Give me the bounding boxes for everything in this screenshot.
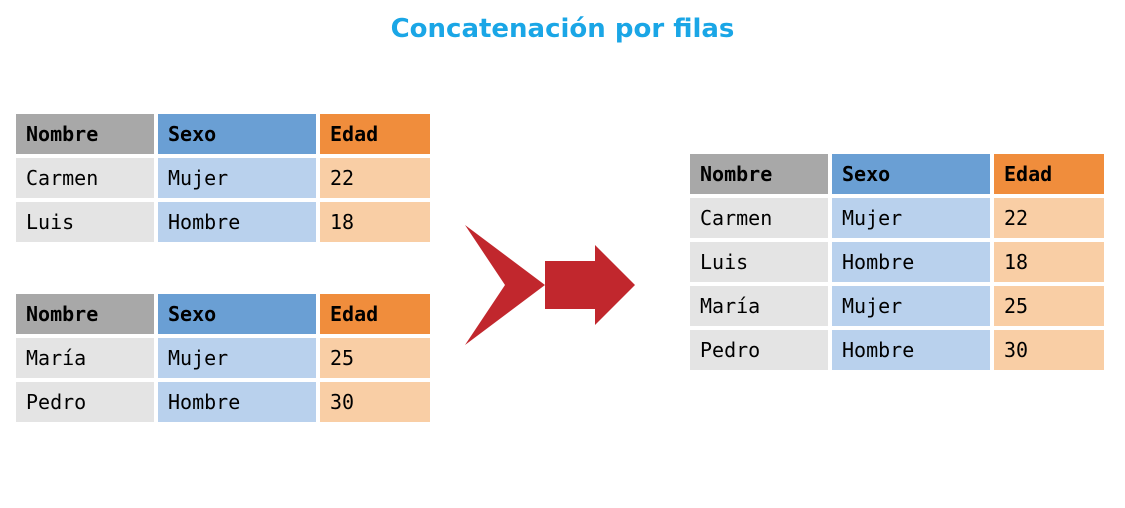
table-row: Pedro Hombre 30 xyxy=(690,330,1104,370)
col-header-name: Nombre xyxy=(16,294,154,334)
cell-age: 18 xyxy=(320,202,430,242)
table-row: Pedro Hombre 30 xyxy=(16,382,430,422)
input-table-b: Nombre Sexo Edad María Mujer 25 Pedro Ho… xyxy=(12,290,434,426)
cell-sex: Mujer xyxy=(158,338,316,378)
col-header-sex: Sexo xyxy=(158,114,316,154)
cell-age: 22 xyxy=(994,198,1104,238)
cell-name: Luis xyxy=(16,202,154,242)
cell-age: 25 xyxy=(320,338,430,378)
cell-age: 18 xyxy=(994,242,1104,282)
cell-age: 25 xyxy=(994,286,1104,326)
cell-name: Carmen xyxy=(16,158,154,198)
col-header-name: Nombre xyxy=(16,114,154,154)
table-row: María Mujer 25 xyxy=(690,286,1104,326)
col-header-age: Edad xyxy=(320,114,430,154)
result-table: Nombre Sexo Edad Carmen Mujer 22 Luis Ho… xyxy=(686,150,1108,374)
cell-sex: Mujer xyxy=(158,158,316,198)
arrow-icon xyxy=(445,215,645,355)
col-header-sex: Sexo xyxy=(832,154,990,194)
table-row: Carmen Mujer 22 xyxy=(690,198,1104,238)
cell-age: 22 xyxy=(320,158,430,198)
cell-sex: Hombre xyxy=(832,242,990,282)
table-row: Carmen Mujer 22 xyxy=(16,158,430,198)
table-header-row: Nombre Sexo Edad xyxy=(16,114,430,154)
diagram-root: Concatenación por filas Nombre Sexo Edad… xyxy=(0,0,1125,508)
cell-age: 30 xyxy=(994,330,1104,370)
cell-name: Pedro xyxy=(690,330,828,370)
table-row: Luis Hombre 18 xyxy=(690,242,1104,282)
cell-name: María xyxy=(690,286,828,326)
cell-name: Pedro xyxy=(16,382,154,422)
col-header-age: Edad xyxy=(320,294,430,334)
page-title: Concatenación por filas xyxy=(0,14,1125,44)
table-header-row: Nombre Sexo Edad xyxy=(690,154,1104,194)
cell-sex: Hombre xyxy=(158,202,316,242)
cell-name: Luis xyxy=(690,242,828,282)
col-header-age: Edad xyxy=(994,154,1104,194)
table-row: María Mujer 25 xyxy=(16,338,430,378)
cell-sex: Hombre xyxy=(158,382,316,422)
col-header-name: Nombre xyxy=(690,154,828,194)
cell-name: María xyxy=(16,338,154,378)
cell-age: 30 xyxy=(320,382,430,422)
input-table-a: Nombre Sexo Edad Carmen Mujer 22 Luis Ho… xyxy=(12,110,434,246)
table-row: Luis Hombre 18 xyxy=(16,202,430,242)
cell-sex: Mujer xyxy=(832,286,990,326)
table-header-row: Nombre Sexo Edad xyxy=(16,294,430,334)
cell-sex: Hombre xyxy=(832,330,990,370)
cell-name: Carmen xyxy=(690,198,828,238)
col-header-sex: Sexo xyxy=(158,294,316,334)
cell-sex: Mujer xyxy=(832,198,990,238)
